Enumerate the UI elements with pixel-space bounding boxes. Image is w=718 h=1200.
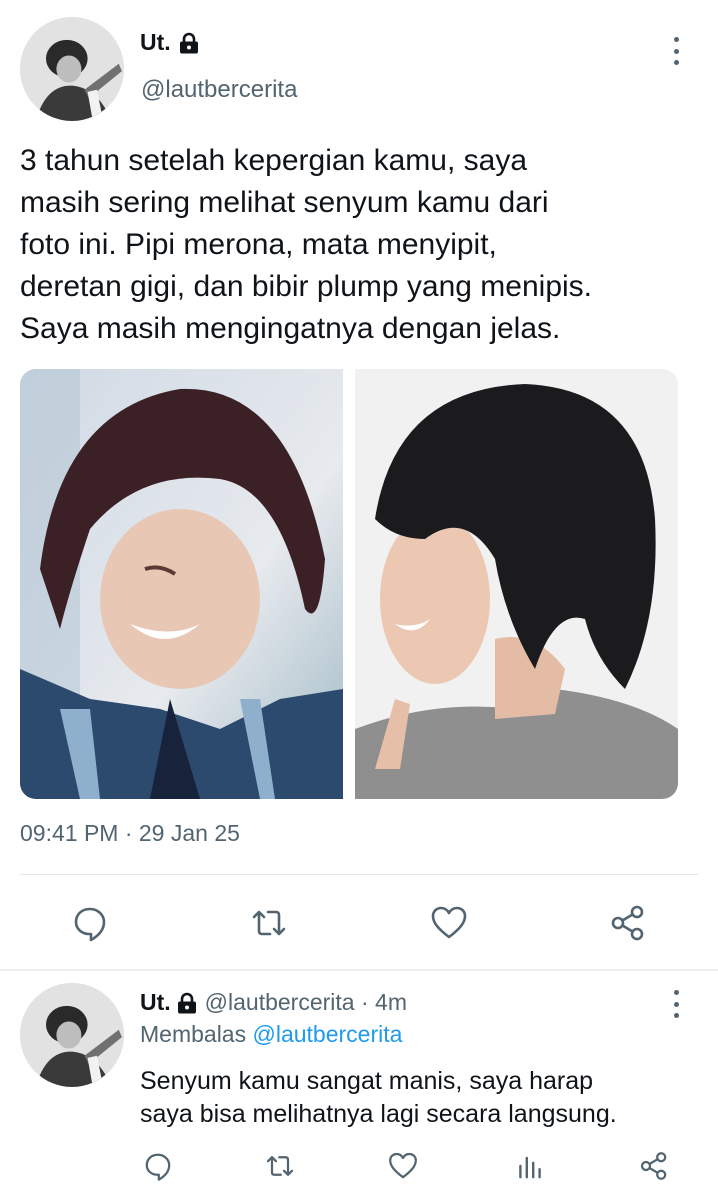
tweet-text-line: 3 tahun setelah kepergian kamu, saya xyxy=(20,144,527,177)
reply-author-avatar[interactable] xyxy=(20,983,124,1087)
retweet-icon[interactable] xyxy=(249,903,289,943)
divider xyxy=(20,874,698,875)
analytics-icon[interactable] xyxy=(514,1150,546,1182)
reply-meta: @lautbercerita · 4m xyxy=(204,989,407,1015)
reply-author-display-name[interactable]: Ut. xyxy=(140,989,171,1016)
tweet-text-line: Saya masih mengingatnya dengan jelas. xyxy=(20,312,561,345)
author-avatar[interactable] xyxy=(20,17,124,121)
retweet-icon[interactable] xyxy=(264,1150,296,1182)
reply-text-line: saya bisa melihatnya lagi secara langsun… xyxy=(140,1100,617,1128)
replying-label: Membalas xyxy=(140,1021,247,1047)
share-icon[interactable] xyxy=(608,903,648,943)
lock-icon xyxy=(177,992,197,1014)
reply-header[interactable]: Ut. @lautbercerita · 4m xyxy=(140,989,407,1016)
tweet-photo-2[interactable] xyxy=(355,369,678,799)
reply-icon[interactable] xyxy=(70,903,110,943)
replying-to-mention[interactable]: @lautbercerita xyxy=(253,1021,403,1047)
avatar-photo xyxy=(20,983,124,1087)
more-options-icon[interactable] xyxy=(669,37,683,65)
reply-text-line: Senyum kamu sangat manis, saya harap xyxy=(140,1067,594,1095)
tweet-text-line: foto ini. Pipi merona, mata menyipit, xyxy=(20,228,497,261)
reply-icon[interactable] xyxy=(142,1150,174,1182)
more-options-icon[interactable] xyxy=(669,990,683,1018)
tweet-timestamp[interactable]: 09:41 PM · 29 Jan 25 xyxy=(20,820,240,847)
tweet-actions xyxy=(0,900,718,946)
share-icon[interactable] xyxy=(638,1150,670,1182)
reply-text: Senyum kamu sangat manis, saya harap say… xyxy=(140,1065,617,1131)
replying-to: Membalas @lautbercerita xyxy=(140,1021,402,1048)
author-name-row[interactable]: Ut. xyxy=(140,29,199,56)
lock-icon xyxy=(179,32,199,54)
tweet-text: 3 tahun setelah kepergian kamu, saya mas… xyxy=(20,140,710,350)
avatar-photo xyxy=(20,17,124,121)
tweet-text-line: masih sering melihat senyum kamu dari xyxy=(20,186,549,219)
tweet-text-line: deretan gigi, dan bibir plump yang menip… xyxy=(20,270,593,303)
tweet-photo-1[interactable] xyxy=(20,369,343,799)
divider xyxy=(0,969,718,971)
like-icon[interactable] xyxy=(429,903,469,943)
author-display-name[interactable]: Ut. xyxy=(140,29,171,56)
like-icon[interactable] xyxy=(387,1150,419,1182)
author-handle[interactable]: @lautbercerita xyxy=(141,76,297,104)
